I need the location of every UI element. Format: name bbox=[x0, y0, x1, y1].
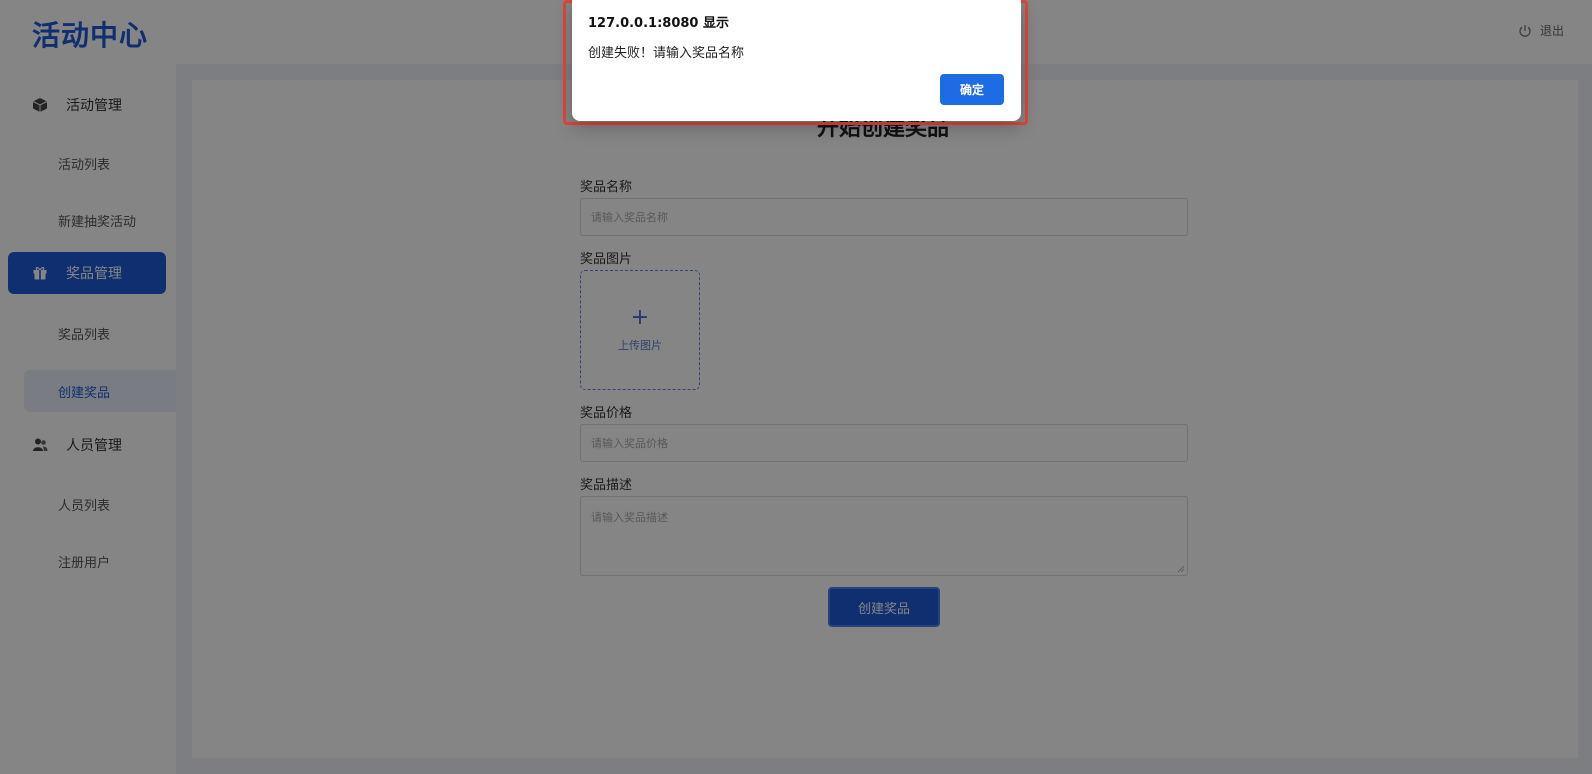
dialog-ok-button[interactable]: 确定 bbox=[940, 74, 1004, 105]
dialog-title: 127.0.0.1:8080 显示 bbox=[588, 16, 729, 31]
dialog-message: 创建失败！请输入奖品名称 bbox=[588, 46, 745, 61]
alert-dialog: 127.0.0.1:8080 显示 创建失败！请输入奖品名称 确定 bbox=[572, 0, 1021, 121]
